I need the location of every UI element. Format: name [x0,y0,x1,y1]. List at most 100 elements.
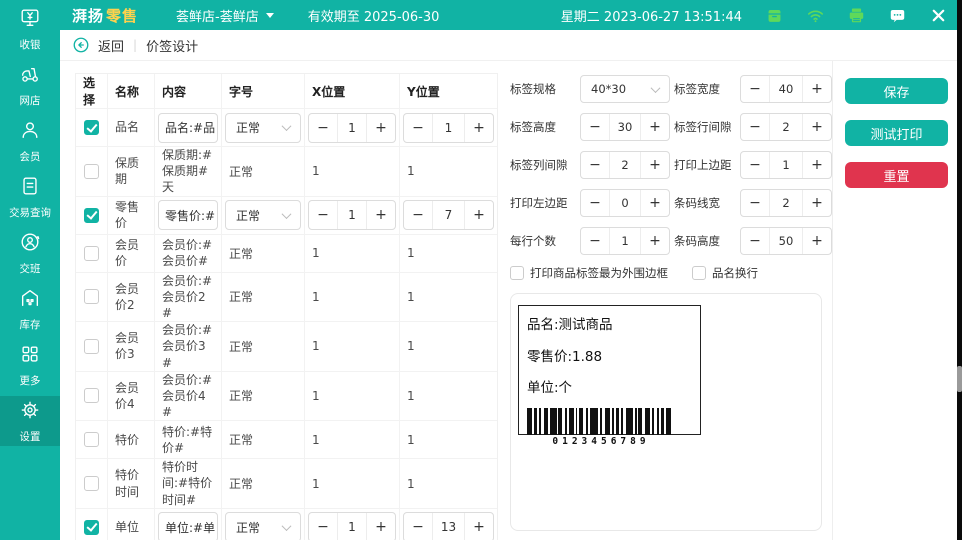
option-checkbox-item[interactable]: 品名换行 [692,265,758,281]
store-selector[interactable]: 荟鲜店-荟鲜店 [176,6,274,25]
sidebar-item-settings[interactable]: 设置 [0,396,60,446]
table-row: 会员价4会员价:#会员价4#正常11 [76,372,497,422]
sidebar-item-more[interactable]: 更多 [0,340,60,390]
row-checkbox[interactable] [84,339,99,354]
name-cell: 保质期 [108,147,155,197]
row-checkbox[interactable] [84,289,99,304]
decrement-button[interactable]: − [741,76,769,102]
decrement-button[interactable]: − [404,114,432,142]
table-row: 零售价零售价:#正常−1+−7+ [76,197,497,235]
action-button-primary[interactable]: 测试打印 [845,120,948,146]
table-row: 特价特价:#特价#正常11 [76,421,497,459]
printer-icon[interactable] [846,5,866,25]
sidebar-item-cashier[interactable]: 收银 [0,4,60,54]
content-cell: 单位:#单 [155,509,222,540]
font-cell: 正常 [222,459,305,509]
row-checkbox[interactable] [84,388,99,403]
name-cell: 单位 [108,509,155,540]
row-checkbox[interactable] [84,120,99,135]
content-cell: 会员价:#会员价2# [155,273,222,323]
increment-button[interactable]: + [803,152,831,178]
font-size-select-value: 正常 [236,519,260,536]
increment-button[interactable]: + [367,513,395,540]
label-spec-select-value: 40*30 [591,82,626,96]
increment-button[interactable]: + [641,190,669,216]
y-cell: 1 [400,273,497,323]
x-cell: 1 [305,372,400,422]
select-cell [76,322,108,372]
window-scrollbar[interactable] [957,0,962,540]
row-checkbox[interactable] [84,208,99,223]
row-checkbox[interactable] [84,432,99,447]
decrement-button[interactable]: − [741,228,769,254]
sidebar-item-label: 交易查询 [9,204,51,219]
y-cell: 1 [400,235,497,273]
font-size-text: 正常 [229,245,253,262]
select-cell [76,273,108,323]
select-cell [76,459,108,509]
font-size-select[interactable]: 正常 [225,113,301,143]
content-input[interactable]: 品名:#品 [158,113,218,143]
y-position-stepper-value: 1 [432,114,465,142]
chevron-down-icon [282,521,292,531]
increment-button[interactable]: + [367,114,395,142]
increment-button[interactable]: + [803,190,831,216]
sidebar-item-transactions[interactable]: 交易查询 [0,172,60,222]
option-checkbox[interactable] [692,266,706,280]
decrement-button[interactable]: − [404,513,432,540]
row-checkbox[interactable] [84,246,99,261]
y-position-stepper: −7+ [403,200,494,230]
font-size-select[interactable]: 正常 [225,200,301,230]
sidebar-item-label: 库存 [20,316,41,331]
increment-button[interactable]: + [803,228,831,254]
content-input[interactable]: 单位:#单 [158,512,218,540]
sidebar: 收银网店会员交易查询交班库存更多设置 [0,0,60,540]
row-checkbox[interactable] [84,520,99,535]
content-text: 会员价:#会员价4# [162,372,214,421]
close-icon[interactable] [928,5,948,25]
setting-stepper: −0+ [580,189,670,217]
action-button-danger[interactable]: 重置 [845,162,948,188]
chat-icon[interactable] [887,5,907,25]
back-button[interactable] [72,36,90,54]
increment-button[interactable]: + [367,201,395,229]
increment-button[interactable]: + [641,114,669,140]
decrement-button[interactable]: − [741,152,769,178]
increment-button[interactable]: + [803,114,831,140]
decrement-button[interactable]: − [581,228,609,254]
decrement-button[interactable]: − [309,114,337,142]
decrement-button[interactable]: − [309,513,337,540]
cashier-icon [19,7,41,33]
label-line: 品名:测试商品 [527,313,700,333]
sidebar-item-member[interactable]: 会员 [0,116,60,166]
decrement-button[interactable]: − [581,114,609,140]
sidebar-item-shift[interactable]: 交班 [0,228,60,278]
decrement-button[interactable]: − [581,152,609,178]
increment-button[interactable]: + [641,228,669,254]
decrement-button[interactable]: − [741,190,769,216]
increment-button[interactable]: + [465,513,493,540]
increment-button[interactable]: + [465,201,493,229]
scrollbar-thumb[interactable] [957,366,962,392]
sidebar-item-inventory[interactable]: 库存 [0,284,60,334]
action-button-primary[interactable]: 保存 [845,78,948,104]
sidebar-item-online-store[interactable]: 网店 [0,60,60,110]
decrement-button[interactable]: − [741,114,769,140]
increment-button[interactable]: + [465,114,493,142]
option-checkbox-item[interactable]: 打印商品标签最为外围边框 [510,265,668,281]
content-input[interactable]: 零售价:# [158,200,218,230]
font-size-select[interactable]: 正常 [225,512,301,540]
increment-button[interactable]: + [641,152,669,178]
option-checkbox[interactable] [510,266,524,280]
row-checkbox[interactable] [84,476,99,491]
back-label[interactable]: 返回 [98,36,124,55]
decrement-button[interactable]: − [581,190,609,216]
row-checkbox[interactable] [84,164,99,179]
decrement-button[interactable]: − [404,201,432,229]
decrement-button[interactable]: − [309,201,337,229]
increment-button[interactable]: + [803,76,831,102]
label-lines: 品名:测试商品零售价:1.88单位:个 [527,313,700,396]
setting-stepper: −30+ [580,113,670,141]
content-cell: 零售价:# [155,197,222,235]
label-spec-select[interactable]: 40*30 [580,75,670,103]
